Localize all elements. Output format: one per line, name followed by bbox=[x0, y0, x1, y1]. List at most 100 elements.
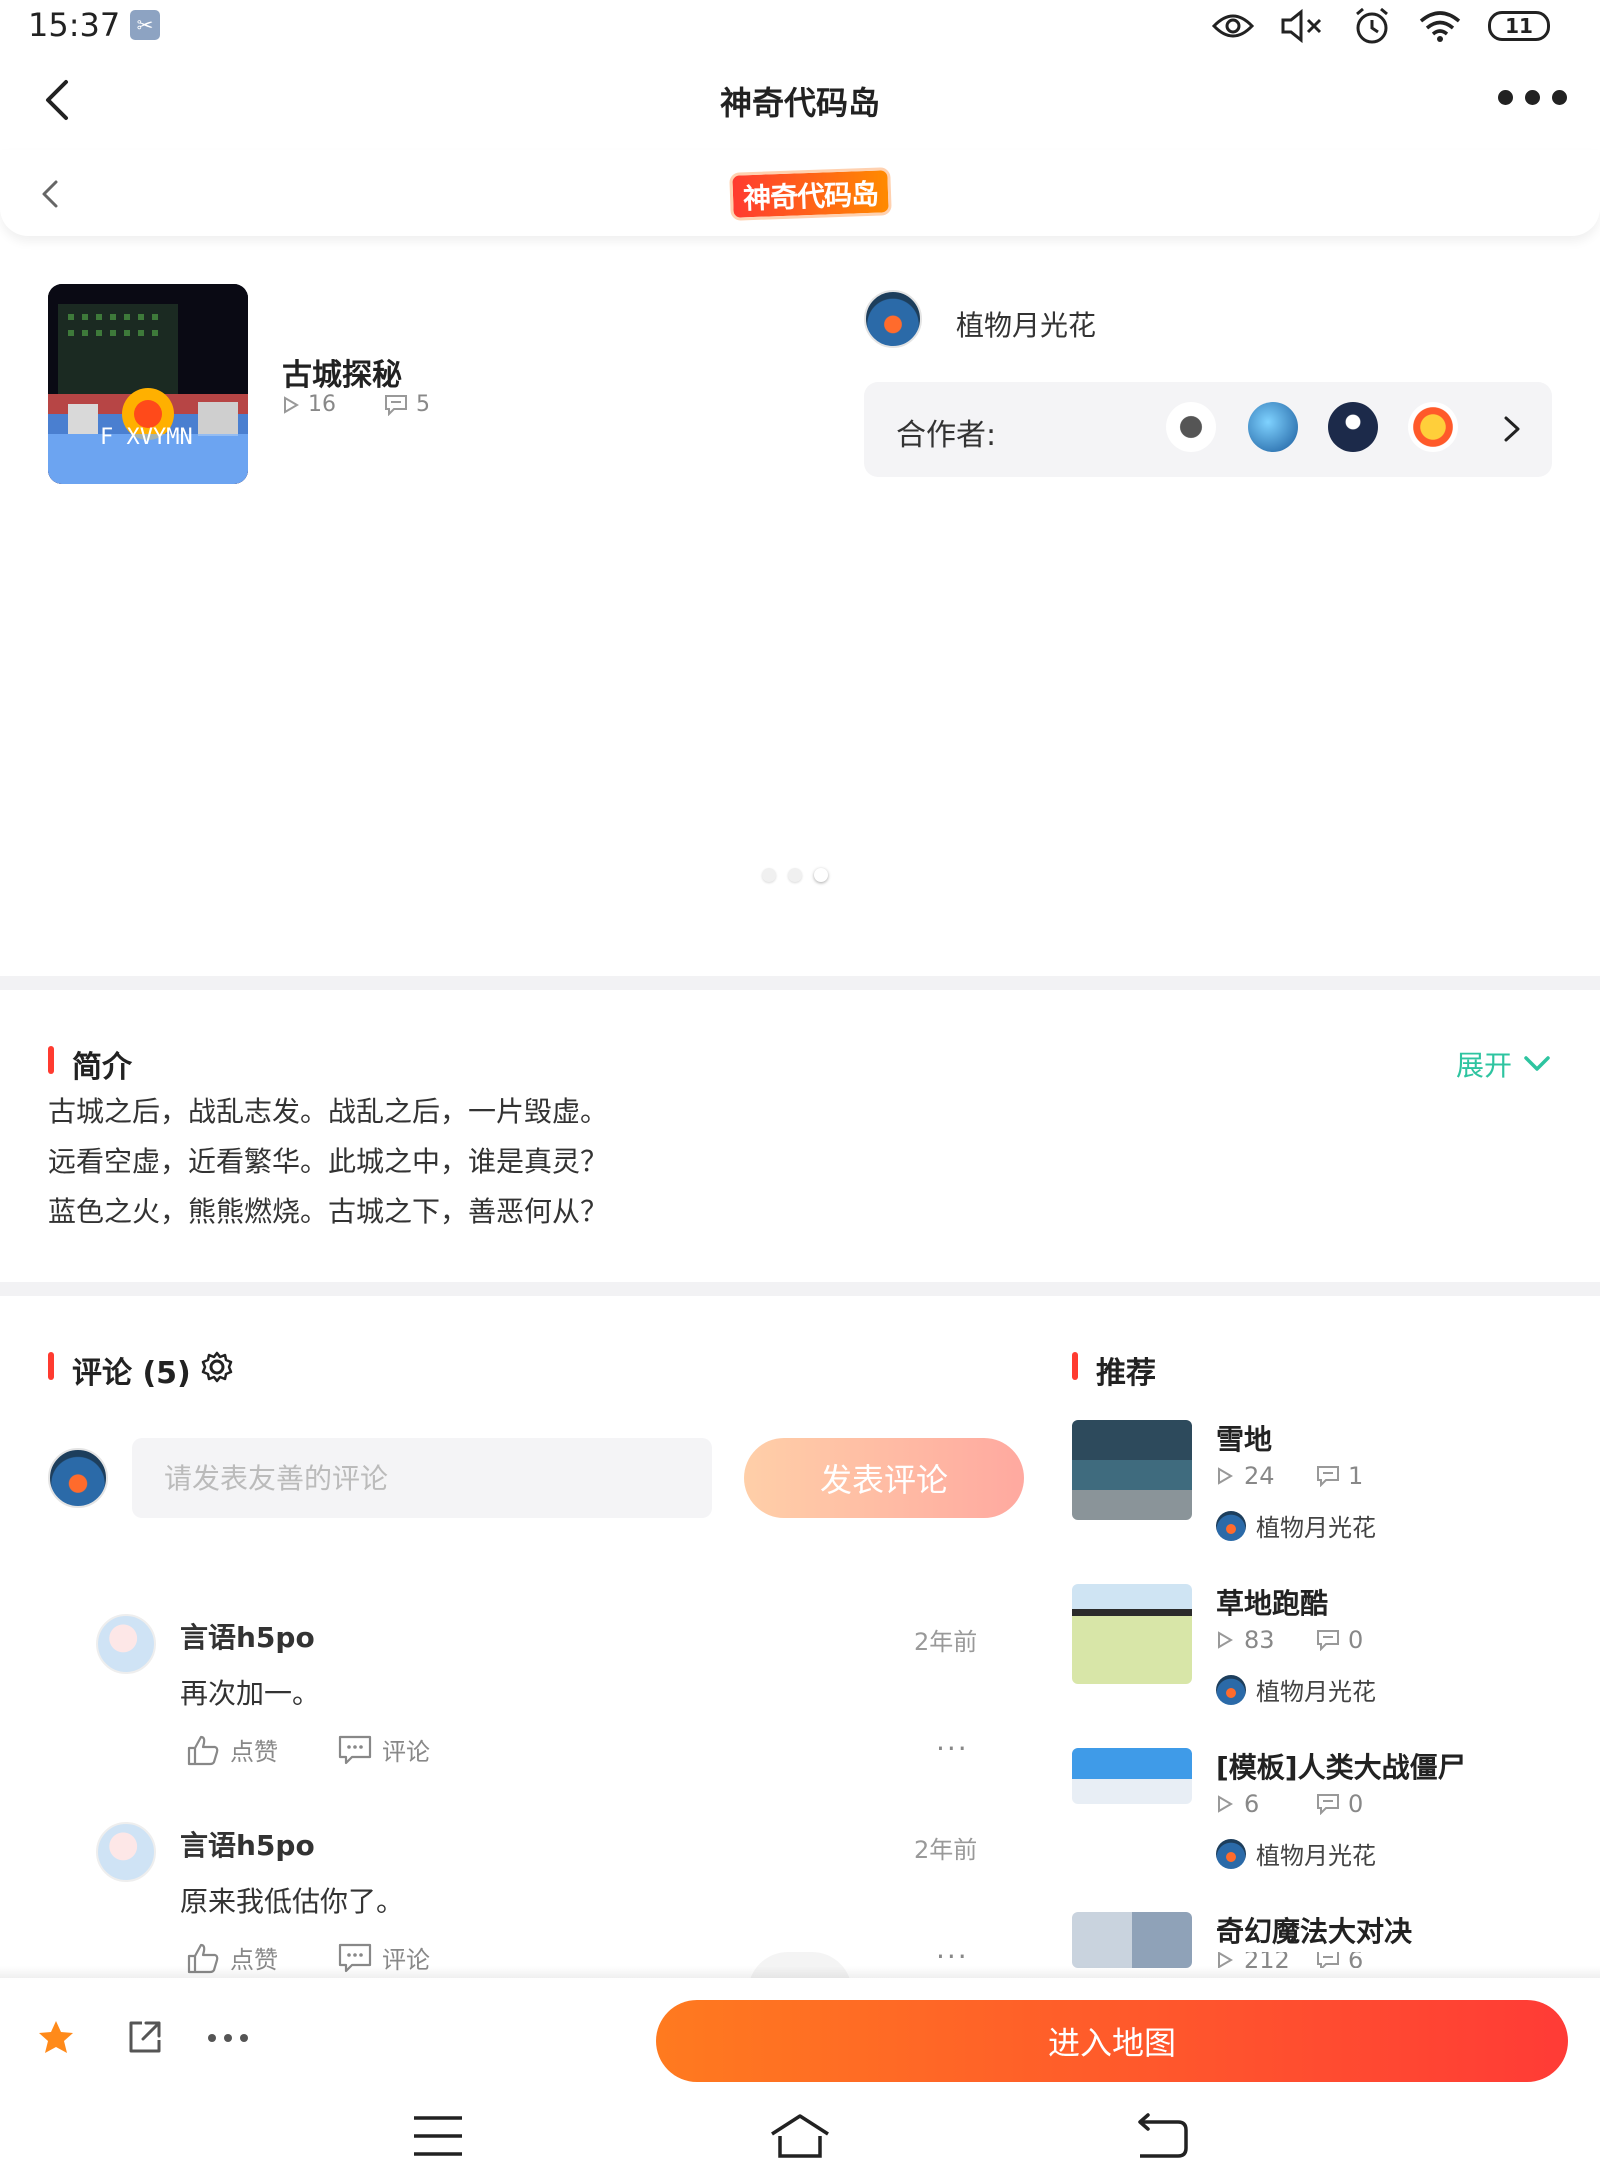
comment-count: 5 bbox=[416, 392, 430, 417]
play-count: 6 bbox=[1244, 1790, 1260, 1818]
app-logo: 神奇代码岛 bbox=[729, 167, 892, 221]
recommend-item-title[interactable]: 草地跑酷 bbox=[1216, 1582, 1328, 1622]
eye-icon bbox=[1212, 14, 1254, 38]
comment-time: 2年前 bbox=[914, 1836, 978, 1864]
page-title: 神奇代码岛 bbox=[719, 84, 880, 122]
recommend-author[interactable]: 植物月光花 bbox=[1216, 1836, 1376, 1871]
commenter-avatar[interactable] bbox=[96, 1822, 156, 1882]
comment-input[interactable] bbox=[132, 1438, 712, 1518]
recommend-thumbnail[interactable] bbox=[1072, 1912, 1192, 1968]
commenter-avatar[interactable] bbox=[96, 1614, 156, 1674]
play-icon bbox=[1218, 1467, 1233, 1485]
my-avatar bbox=[48, 1448, 108, 1508]
bottom-shadow bbox=[0, 1966, 1600, 1978]
play-count: 24 bbox=[1244, 1462, 1275, 1490]
svg-text:F XVYMN: F XVYMN bbox=[100, 425, 193, 450]
comment-count-icon bbox=[1317, 1630, 1339, 1651]
more-options-icon[interactable] bbox=[1498, 82, 1578, 112]
expand-label: 展开 bbox=[1456, 1049, 1513, 1082]
play-count: 16 bbox=[308, 392, 336, 417]
section-marker bbox=[1072, 1352, 1078, 1380]
more-options-icon[interactable] bbox=[208, 2034, 248, 2042]
play-icon bbox=[1218, 1795, 1233, 1813]
play-icon bbox=[284, 395, 299, 414]
mute-icon bbox=[1281, 8, 1322, 44]
comment-count-icon bbox=[385, 394, 407, 416]
scissors-app-icon: ✂ bbox=[130, 10, 160, 40]
intro-line: 远看空虚，近看繁华。此城之中，谁是真灵？ bbox=[48, 1145, 609, 1178]
section-divider bbox=[0, 976, 1600, 990]
recommend-author-name: 植物月光花 bbox=[1256, 1842, 1376, 1870]
section-divider bbox=[0, 1282, 1600, 1296]
recommend-stats: 6 0 bbox=[1216, 1790, 1363, 1818]
expand-button[interactable]: 展开 bbox=[1456, 1044, 1552, 1084]
project-thumbnail: F XVYMN bbox=[48, 284, 248, 484]
comment-time: 2年前 bbox=[914, 1628, 978, 1656]
intro-line: 蓝色之火，熊熊燃烧。古城之下，善恶何从？ bbox=[48, 1195, 609, 1228]
home-icon[interactable] bbox=[768, 2112, 832, 2160]
gear-icon[interactable] bbox=[200, 1350, 234, 1384]
section-marker bbox=[48, 1046, 54, 1074]
reply-button[interactable]: 评论 bbox=[338, 1732, 430, 1767]
comment-text: 原来我低估你了。 bbox=[180, 1885, 405, 1918]
wifi-icon bbox=[1419, 11, 1461, 42]
chevron-right-icon[interactable] bbox=[1500, 412, 1524, 446]
project-stats: 16 5 bbox=[282, 392, 430, 417]
collaborator-avatar[interactable] bbox=[1248, 402, 1298, 452]
recommend-thumbnail[interactable] bbox=[1072, 1420, 1192, 1520]
recommend-author-name: 植物月光花 bbox=[1256, 1514, 1376, 1542]
recommend-item-title[interactable]: 雪地 bbox=[1216, 1418, 1272, 1458]
collaborator-avatar[interactable] bbox=[1408, 402, 1458, 452]
play-icon bbox=[1218, 1631, 1233, 1649]
collaborators-label: 合作者: bbox=[896, 418, 997, 453]
commenter-name[interactable]: 言语h5po bbox=[180, 1824, 315, 1864]
comment-count: 0 bbox=[1348, 1790, 1364, 1818]
intro-line: 古城之后，战乱志发。战乱之后，一片毁虚。 bbox=[48, 1095, 609, 1128]
menu-icon[interactable] bbox=[412, 2114, 464, 2158]
alarm-icon bbox=[1356, 7, 1388, 44]
collaborator-avatar[interactable] bbox=[1328, 402, 1378, 452]
speech-bubble-icon bbox=[338, 1735, 372, 1764]
author-mini-avatar bbox=[1216, 1674, 1246, 1705]
carousel-dots bbox=[762, 868, 828, 882]
star-icon[interactable] bbox=[36, 2018, 76, 2058]
intro-title: 简介 bbox=[72, 1050, 132, 1085]
commenter-name[interactable]: 言语h5po bbox=[180, 1616, 315, 1656]
author-mini-avatar bbox=[1216, 1510, 1246, 1541]
recommend-author-name: 植物月光花 bbox=[1256, 1678, 1376, 1706]
recommend-thumbnail[interactable] bbox=[1072, 1748, 1192, 1804]
recommend-author[interactable]: 植物月光花 bbox=[1216, 1672, 1376, 1707]
reply-label: 评论 bbox=[382, 1738, 430, 1766]
author-name[interactable]: 植物月光花 bbox=[956, 304, 1096, 344]
thumbs-up-icon bbox=[187, 1735, 219, 1765]
author-avatar[interactable] bbox=[864, 290, 922, 348]
recommend-title: 推荐 bbox=[1096, 1356, 1156, 1391]
enter-map-button[interactable]: 进入地图 bbox=[656, 2000, 1568, 2082]
comment-more-icon[interactable]: ··· bbox=[936, 1732, 969, 1765]
inner-back-icon[interactable] bbox=[36, 174, 66, 214]
status-time: 15:37 bbox=[28, 6, 121, 44]
play-count: 83 bbox=[1244, 1626, 1275, 1654]
section-marker bbox=[48, 1352, 54, 1380]
comment-count: 1 bbox=[1348, 1462, 1364, 1490]
recommend-thumbnail[interactable] bbox=[1072, 1584, 1192, 1684]
chevron-down-icon bbox=[1524, 1056, 1550, 1071]
comment-count-icon bbox=[1317, 1466, 1339, 1487]
recommend-stats: 24 1 bbox=[1216, 1462, 1363, 1490]
post-comment-button[interactable]: 发表评论 bbox=[744, 1438, 1024, 1518]
recommend-author[interactable]: 植物月光花 bbox=[1216, 1508, 1376, 1543]
recommend-item-title[interactable]: [模板]人类大战僵尸 bbox=[1216, 1746, 1466, 1786]
return-icon[interactable] bbox=[1134, 2112, 1190, 2160]
recommend-item-title[interactable]: 奇幻魔法大对决 bbox=[1216, 1910, 1412, 1950]
author-mini-avatar bbox=[1216, 1838, 1246, 1869]
project-title: 古城探秘 bbox=[282, 358, 402, 393]
collaborator-avatar[interactable] bbox=[1166, 402, 1216, 452]
share-icon[interactable] bbox=[126, 2018, 164, 2056]
like-button[interactable]: 点赞 bbox=[186, 1732, 278, 1767]
comment-count: 0 bbox=[1348, 1626, 1364, 1654]
recommend-stats: 83 0 bbox=[1216, 1626, 1363, 1654]
comment-text: 再次加一。 bbox=[180, 1677, 321, 1710]
comment-count-icon bbox=[1317, 1794, 1339, 1815]
like-label: 点赞 bbox=[230, 1738, 278, 1766]
status-icons: 11 bbox=[1212, 4, 1550, 48]
